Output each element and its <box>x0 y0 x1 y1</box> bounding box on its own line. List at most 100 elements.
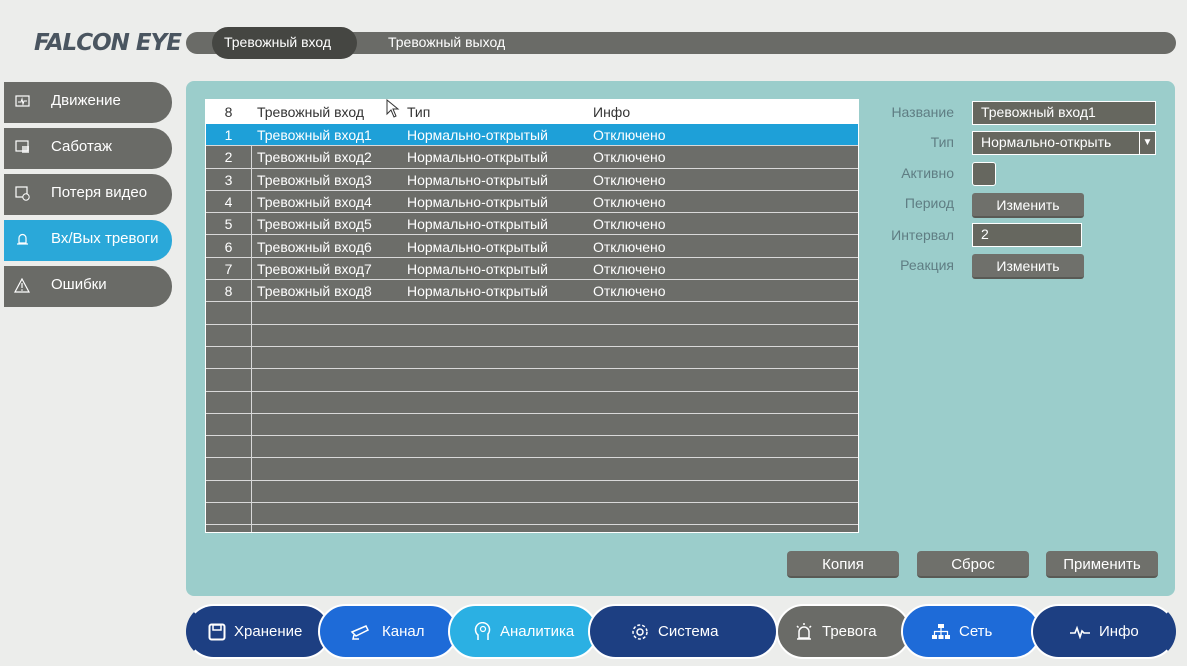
type-select-value: Нормально-открыть <box>981 134 1112 150</box>
motion-icon <box>14 93 30 109</box>
table-row-empty <box>206 302 858 325</box>
name-field[interactable]: Тревожный вход1 <box>972 101 1156 125</box>
nav-network[interactable]: Сеть <box>901 604 1041 659</box>
header-count: 8 <box>224 104 233 120</box>
row-info: Отключено <box>593 283 666 300</box>
video-loss-icon <box>14 185 30 201</box>
chevron-down-icon[interactable]: ▼ <box>1139 132 1155 154</box>
gear-icon <box>632 623 648 640</box>
sidebar-item-alarm-io[interactable]: Вх/Вых тревоги <box>4 220 172 261</box>
table-row[interactable]: 8 Тревожный вход8 Нормально-открытый Отк… <box>206 280 858 303</box>
nav-label: Хранение <box>234 623 303 640</box>
sidebar-item-errors[interactable]: Ошибки <box>4 266 172 307</box>
row-name: Тревожный вход5 <box>257 216 372 233</box>
nav-storage[interactable]: Хранение <box>186 604 331 659</box>
table-row[interactable]: 2 Тревожный вход2 Нормально-открытый Отк… <box>206 146 858 169</box>
sidebar-item-tamper[interactable]: Саботаж <box>4 128 172 169</box>
save-icon <box>208 623 226 640</box>
nav-label: Канал <box>382 623 425 640</box>
row-info: Отключено <box>593 193 666 210</box>
table-row-empty <box>206 436 858 459</box>
reaction-edit-button[interactable]: Изменить <box>972 254 1084 279</box>
row-index: 2 <box>224 149 233 166</box>
header-info[interactable]: Инфо <box>593 104 630 120</box>
table-header: 8 Тревожный вход Тип Инфо <box>206 100 858 124</box>
table-row-empty <box>206 481 858 504</box>
nav-label: Система <box>658 623 719 640</box>
copy-button[interactable]: Копия <box>787 551 899 578</box>
pulse-icon <box>1070 625 1090 639</box>
row-info: Отключено <box>593 260 666 277</box>
table-row-empty <box>206 325 858 347</box>
row-type: Нормально-открытый <box>407 193 548 210</box>
reset-button[interactable]: Сброс <box>917 551 1029 578</box>
tab-alarm-input[interactable]: Тревожный вход <box>212 27 357 59</box>
bottom-nav: Хранение Канал Аналитика Система Тревога… <box>186 604 1176 659</box>
row-info: Отключено <box>593 149 666 166</box>
sidebar-item-video-loss[interactable]: Потеря видео <box>4 174 172 215</box>
name-label: Название <box>891 104 954 120</box>
sidebar-item-label: Движение <box>51 92 121 109</box>
active-label: Активно <box>901 165 954 181</box>
row-index: 3 <box>224 171 233 188</box>
tamper-icon <box>14 139 30 155</box>
table-row-empty <box>206 414 858 437</box>
nav-channel[interactable]: Канал <box>318 604 458 659</box>
table-row[interactable]: 3 Тревожный вход3 Нормально-открытый Отк… <box>206 169 858 191</box>
analytics-icon <box>474 621 491 640</box>
table-row[interactable]: 1 Тревожный вход1 Нормально-открытый Отк… <box>206 124 858 147</box>
warning-icon <box>14 277 30 293</box>
type-label: Тип <box>930 134 954 150</box>
nav-system[interactable]: Система <box>588 604 778 659</box>
row-info: Отключено <box>593 171 666 188</box>
row-name: Тревожный вход6 <box>257 238 372 255</box>
nav-label: Сеть <box>959 623 993 640</box>
nav-analytics[interactable]: Аналитика <box>448 604 598 659</box>
row-type: Нормально-открытый <box>407 171 548 188</box>
row-index: 7 <box>224 260 233 277</box>
sidebar-item-motion[interactable]: Движение <box>4 82 172 123</box>
table-row[interactable]: 6 Тревожный вход6 Нормально-открытый Отк… <box>206 236 858 258</box>
table-row-empty <box>206 503 858 526</box>
row-index: 8 <box>224 283 233 300</box>
header-type[interactable]: Тип <box>407 104 430 120</box>
row-index: 1 <box>224 127 233 143</box>
row-name: Тревожный вход3 <box>257 171 372 188</box>
type-select[interactable]: Нормально-открыть ▼ <box>972 131 1156 155</box>
row-index: 6 <box>224 238 233 255</box>
table-row[interactable]: 4 Тревожный вход4 Нормально-открытый Отк… <box>206 191 858 214</box>
nav-alarm[interactable]: Тревога <box>776 604 911 659</box>
table-row-empty <box>206 369 858 392</box>
row-type: Нормально-открытый <box>407 127 548 143</box>
camera-icon <box>350 624 370 640</box>
reaction-label: Реакция <box>900 257 954 273</box>
row-info: Отключено <box>593 238 666 255</box>
sidebar-item-label: Потеря видео <box>51 184 148 201</box>
brand-logo: FALCON EYE <box>34 30 182 56</box>
row-name: Тревожный вход1 <box>257 127 372 143</box>
table-row[interactable]: 7 Тревожный вход7 Нормально-открытый Отк… <box>206 258 858 281</box>
row-name: Тревожный вход7 <box>257 260 372 277</box>
row-type: Нормально-открытый <box>407 149 548 166</box>
nav-info[interactable]: Инфо <box>1031 604 1176 659</box>
sidebar-item-label: Вх/Вых тревоги <box>51 230 159 247</box>
row-type: Нормально-открытый <box>407 238 548 255</box>
active-checkbox[interactable] <box>972 162 996 186</box>
interval-field[interactable]: 2 <box>972 223 1082 247</box>
table-row-empty <box>206 392 858 414</box>
interval-label: Интервал <box>891 227 954 243</box>
nav-label: Инфо <box>1099 623 1139 640</box>
row-info: Отключено <box>593 127 666 143</box>
network-icon <box>932 623 950 639</box>
nav-label: Аналитика <box>500 623 575 640</box>
row-type: Нормально-открытый <box>407 283 548 300</box>
apply-button[interactable]: Применить <box>1046 551 1158 578</box>
table-row[interactable]: 5 Тревожный вход5 Нормально-открытый Отк… <box>206 213 858 236</box>
top-tab-bar: Тревожный вход Тревожный выход <box>186 27 1176 59</box>
header-name[interactable]: Тревожный вход <box>257 104 364 120</box>
period-label: Период <box>904 195 954 211</box>
period-edit-button[interactable]: Изменить <box>972 193 1084 218</box>
row-type: Нормально-открытый <box>407 216 548 233</box>
table-row-empty <box>206 459 858 481</box>
tab-alarm-output[interactable]: Тревожный выход <box>388 32 505 54</box>
